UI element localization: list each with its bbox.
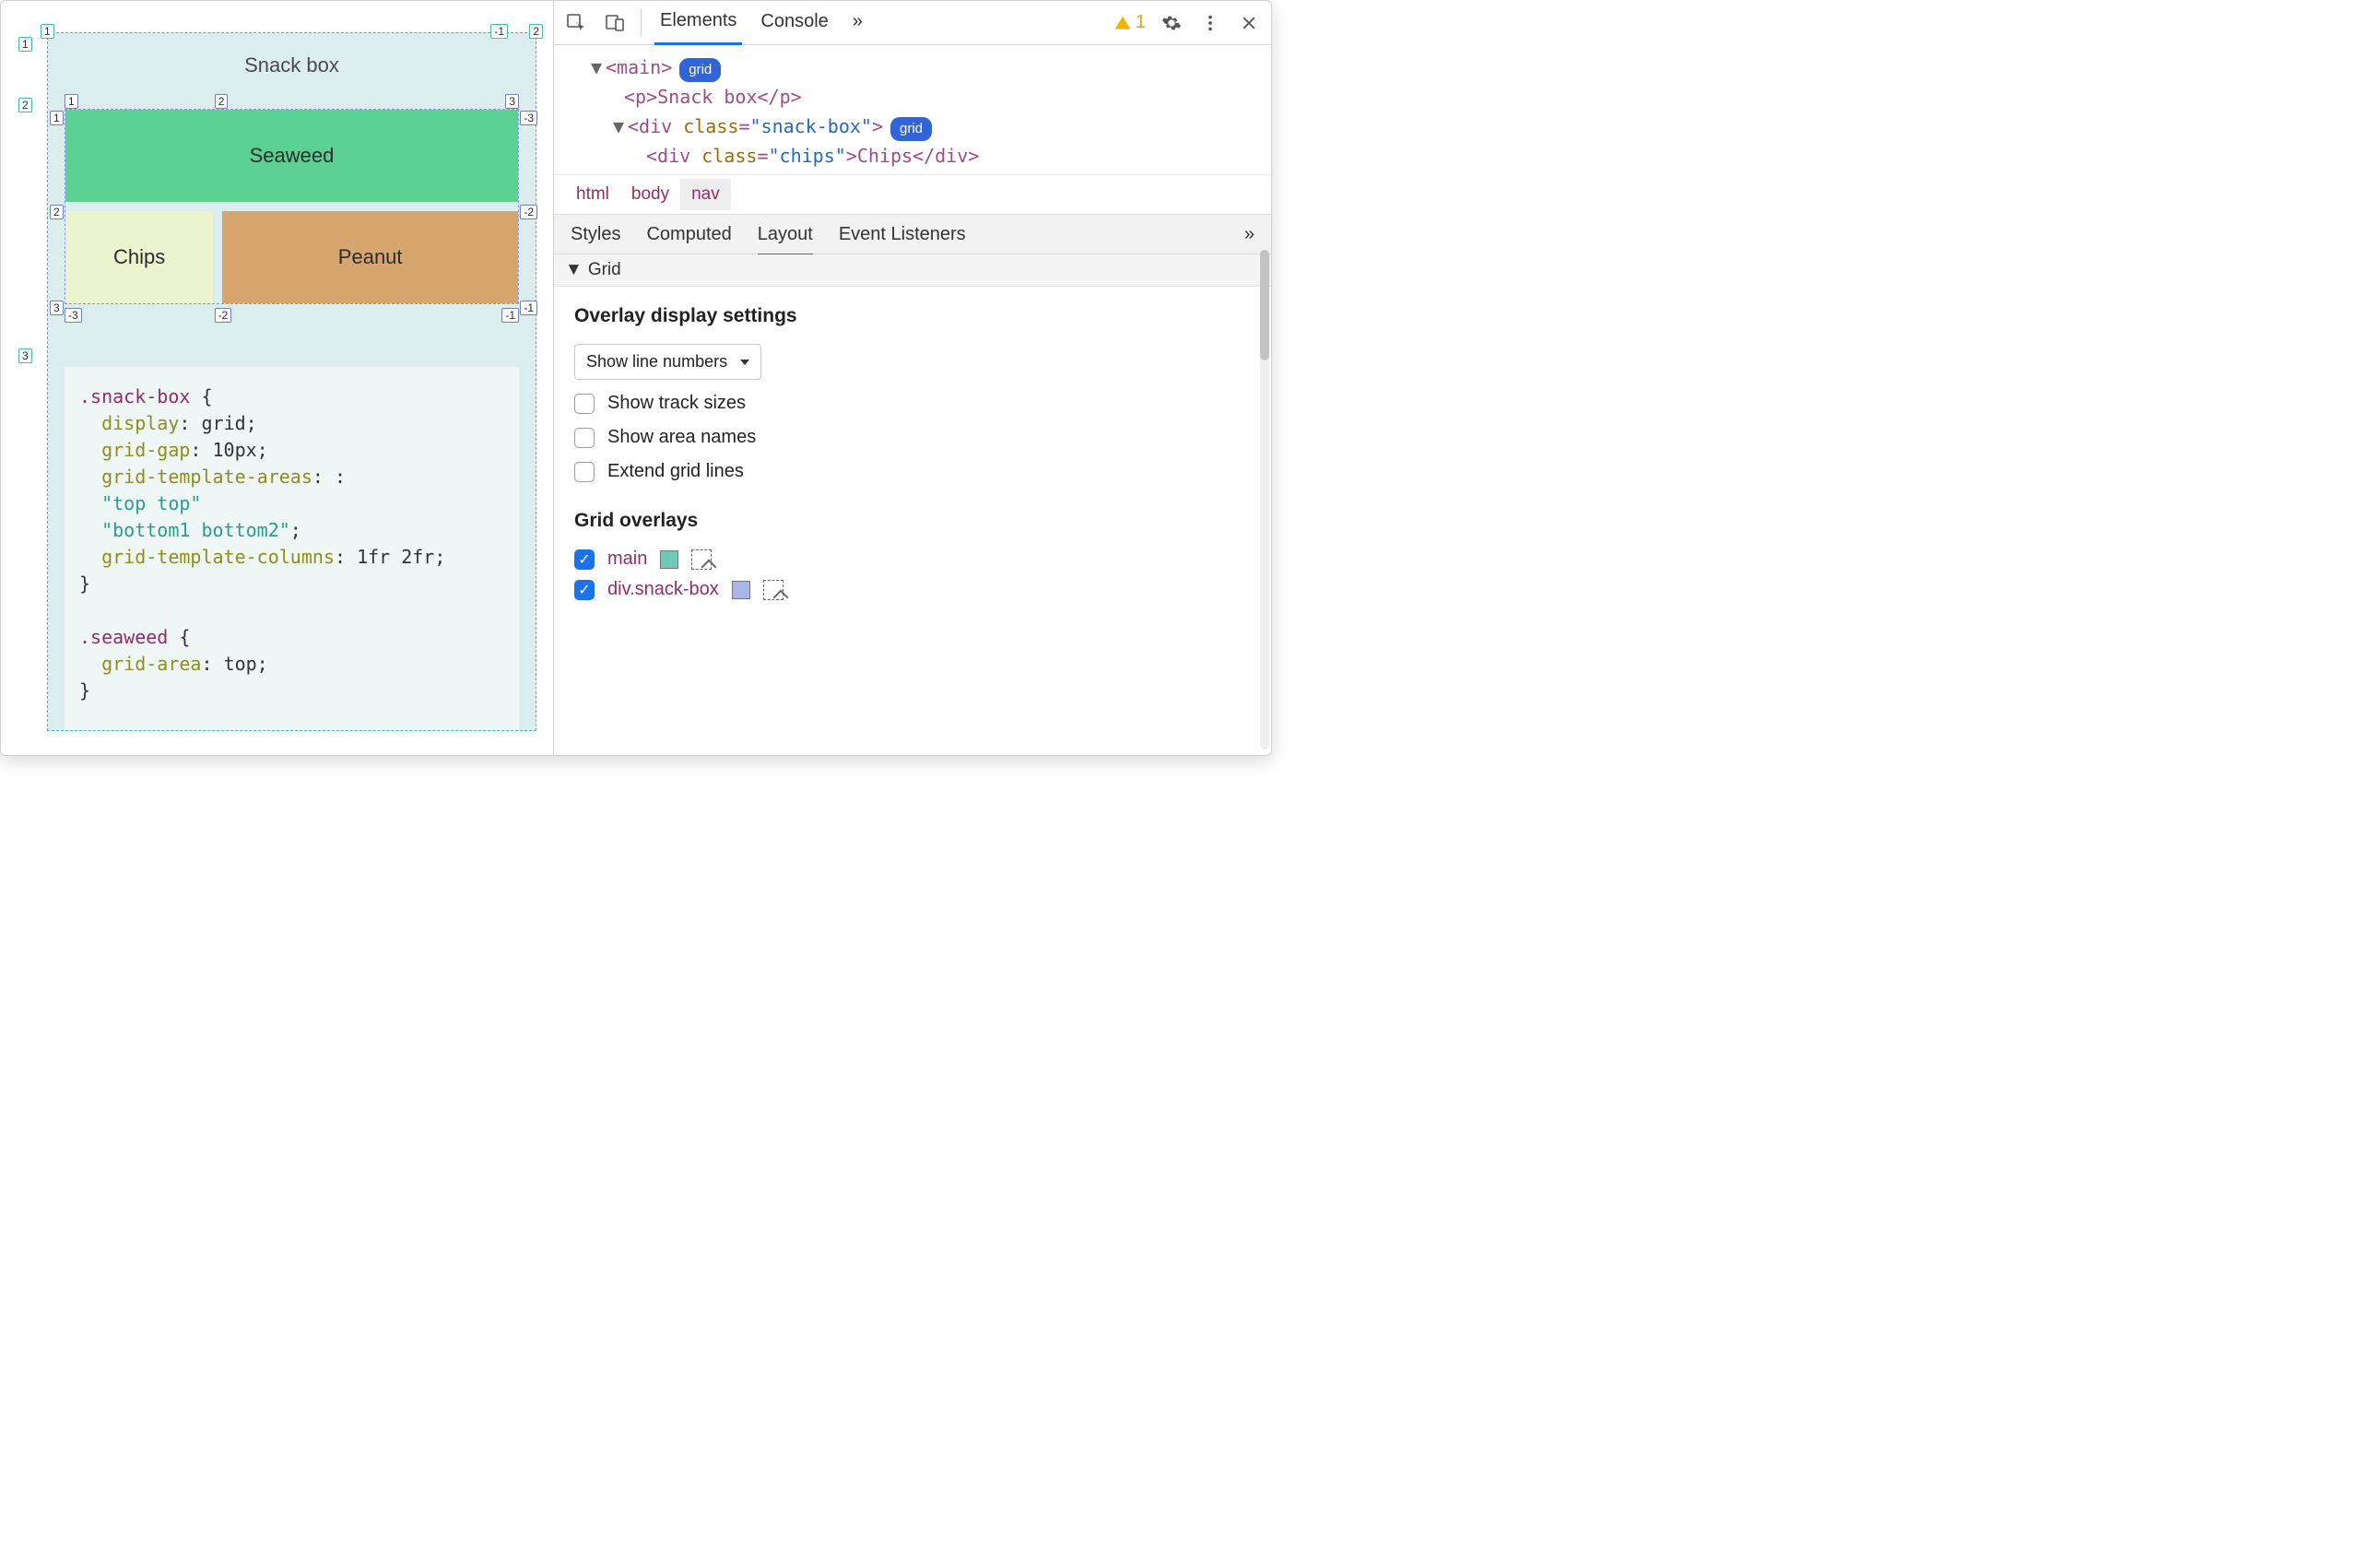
warning-indicator[interactable]: 1 [1113, 12, 1146, 33]
grid-line-label: -1 [520, 301, 537, 315]
devtools-window: 1 -1 2 1 2 3 Snack box 1 2 3 1 2 3 -3 -2… [0, 0, 1272, 756]
grid-section-body: Overlay display settings Show line numbe… [554, 287, 1271, 628]
subtabs-more[interactable]: » [1244, 213, 1255, 256]
device-toggle-icon[interactable] [602, 10, 628, 36]
checkbox[interactable] [574, 428, 595, 448]
select-value: Show line numbers [586, 352, 727, 372]
devtools-toolbar: Elements Console » 1 [554, 1, 1271, 45]
grid-badge[interactable]: grid [679, 58, 721, 82]
breadcrumb[interactable]: html body nav [554, 174, 1271, 214]
peanut-cell[interactable]: Peanut [222, 211, 518, 303]
page-title: Snack box [65, 53, 519, 77]
tabs-more[interactable]: » [847, 2, 868, 43]
grid-line-label: 3 [50, 301, 64, 315]
dom-tree[interactable]: ▼<main>grid <p>Snack box</p> ▼<div class… [554, 45, 1271, 174]
page-viewport: 1 -1 2 1 2 3 Snack box 1 2 3 1 2 3 -3 -2… [1, 1, 554, 755]
seaweed-cell[interactable]: Seaweed [65, 110, 518, 202]
main-grid-element[interactable]: 1 -1 2 1 2 3 Snack box 1 2 3 1 2 3 -3 -2… [47, 32, 536, 731]
highlight-icon[interactable] [691, 549, 712, 570]
grid-line-label: -3 [520, 111, 537, 125]
kebab-icon[interactable] [1197, 10, 1223, 36]
grid-overlays-heading: Grid overlays [574, 510, 1251, 532]
crumb-html[interactable]: html [565, 179, 620, 210]
subtab-event-listeners[interactable]: Event Listeners [839, 213, 966, 256]
snack-box-wrap: 1 2 3 1 2 3 -3 -2 -1 -3 -2 -1 Seaweed Ch… [65, 98, 519, 321]
snack-box-grid[interactable]: Seaweed Chips Peanut [65, 109, 519, 304]
gear-icon[interactable] [1159, 10, 1184, 36]
grid-section-title: Grid [588, 260, 621, 280]
subtab-layout[interactable]: Layout [758, 213, 813, 256]
dom-node-main[interactable]: ▼<main>grid [591, 53, 1260, 82]
subtab-styles[interactable]: Styles [571, 213, 620, 256]
crumb-nav[interactable]: nav [680, 179, 731, 210]
dom-node-div-chips[interactable]: <div class="chips">Chips</div> [591, 141, 1260, 171]
warning-count: 1 [1136, 12, 1146, 33]
grid-badge[interactable]: grid [890, 117, 932, 141]
crumb-body[interactable]: body [620, 179, 680, 210]
close-icon[interactable] [1236, 10, 1262, 36]
grid-line-label: 2 [215, 94, 229, 109]
grid-line-label: -1 [501, 308, 519, 323]
dom-node-p[interactable]: <p>Snack box</p> [591, 82, 1260, 112]
tab-console[interactable]: Console [755, 2, 833, 43]
scrollbar[interactable] [1260, 250, 1269, 749]
grid-line-label: 1 [50, 111, 64, 125]
outer-line-label: -1 [490, 24, 508, 39]
color-swatch[interactable] [732, 581, 750, 599]
inspect-icon[interactable] [563, 10, 589, 36]
line-numbers-select[interactable]: Show line numbers [574, 344, 761, 380]
overlay-row-main[interactable]: ✓ main [574, 549, 1251, 570]
caret-down-icon[interactable]: ▼ [591, 53, 604, 82]
caret-down-icon[interactable]: ▼ [613, 112, 626, 141]
caret-down-icon: ▼ [565, 260, 583, 280]
outer-line-label: 2 [529, 24, 543, 39]
checkbox[interactable]: ✓ [574, 580, 595, 600]
overlay-label[interactable]: main [607, 549, 647, 570]
overlay-label[interactable]: div.snack-box [607, 579, 719, 600]
extend-grid-lines-row[interactable]: Extend grid lines [574, 461, 1251, 482]
checkbox-label: Extend grid lines [607, 461, 744, 482]
grid-line-label: 2 [50, 205, 64, 219]
grid-line-label: -3 [65, 308, 82, 323]
styles-subtab-bar: Styles Computed Layout Event Listeners » [554, 214, 1271, 254]
dom-node-div-snackbox[interactable]: ▼<div class="snack-box">grid [591, 112, 1260, 141]
checkbox[interactable]: ✓ [574, 549, 595, 570]
grid-line-label: -2 [215, 308, 232, 323]
checkbox-label: Show track sizes [607, 393, 746, 414]
css-code-block: .snack-box { display: grid; grid-gap: 10… [65, 367, 519, 730]
color-swatch[interactable] [660, 550, 678, 569]
show-track-sizes-row[interactable]: Show track sizes [574, 393, 1251, 414]
subtab-computed[interactable]: Computed [646, 213, 731, 256]
show-area-names-row[interactable]: Show area names [574, 427, 1251, 448]
chips-cell[interactable]: Chips [65, 211, 213, 303]
tab-elements[interactable]: Elements [654, 1, 742, 45]
outer-line-label: 1 [18, 37, 32, 52]
devtools-panel: Elements Console » 1 ▼<main>grid [554, 1, 1271, 755]
checkbox-label: Show area names [607, 427, 756, 448]
outer-line-label: 1 [41, 24, 54, 39]
overlay-row-snackbox[interactable]: ✓ div.snack-box [574, 579, 1251, 600]
checkbox[interactable] [574, 462, 595, 482]
outer-line-label: 2 [18, 98, 32, 112]
grid-section-header[interactable]: ▼ Grid [554, 254, 1271, 287]
grid-line-label: -2 [520, 205, 537, 219]
grid-line-label: 1 [65, 94, 78, 109]
scrollbar-thumb[interactable] [1260, 250, 1269, 360]
grid-line-label: 3 [505, 94, 519, 109]
highlight-icon[interactable] [763, 580, 784, 600]
checkbox[interactable] [574, 394, 595, 414]
outer-line-label: 3 [18, 348, 32, 363]
overlay-settings-heading: Overlay display settings [574, 305, 1251, 327]
